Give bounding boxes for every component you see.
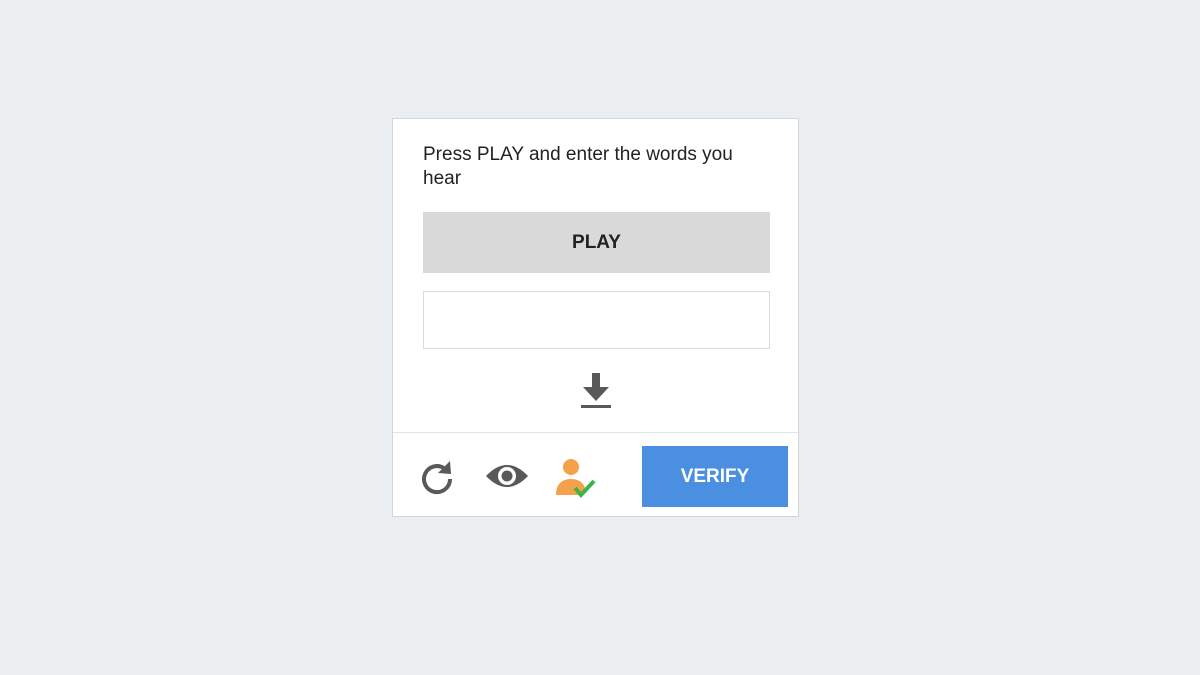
captcha-instruction: Press PLAY and enter the words you hear (423, 144, 733, 189)
person-check-icon[interactable] (553, 458, 599, 500)
captcha-footer: VERIFY (393, 432, 798, 516)
answer-input[interactable] (423, 291, 770, 349)
refresh-icon[interactable] (419, 457, 457, 497)
eye-icon[interactable] (484, 459, 530, 493)
verify-button[interactable]: VERIFY (642, 446, 788, 507)
audio-captcha-widget: Press PLAY and enter the words you hear … (392, 118, 799, 517)
play-button[interactable]: PLAY (423, 212, 770, 273)
download-icon[interactable] (579, 371, 613, 411)
